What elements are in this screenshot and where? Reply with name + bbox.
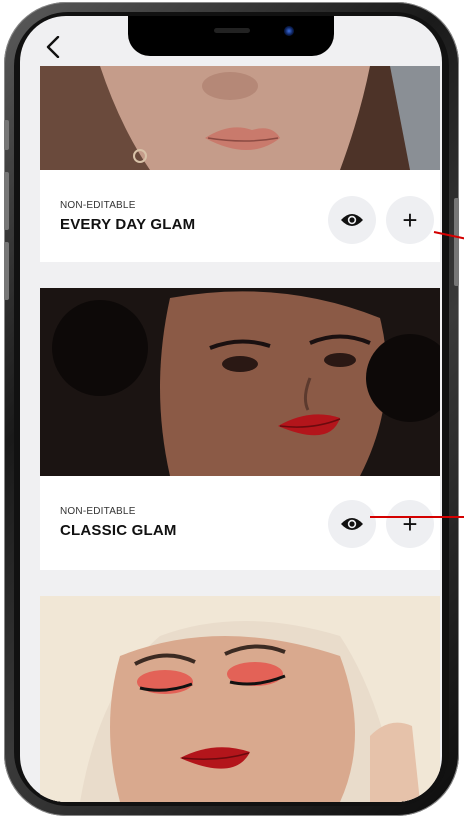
eye-icon xyxy=(341,214,363,226)
non-editable-label: NON-EDITABLE xyxy=(60,200,136,211)
volume-up-button xyxy=(4,172,9,230)
look-photo-third xyxy=(40,596,440,802)
chevron-left-icon xyxy=(46,36,60,58)
look-card-classic-glam[interactable]: NON-EDITABLE CLASSIC GLAM + xyxy=(40,288,440,570)
eye-icon xyxy=(341,518,363,530)
non-editable-label: NON-EDITABLE xyxy=(60,506,136,517)
add-look-button[interactable]: + xyxy=(386,500,434,548)
preview-button[interactable] xyxy=(328,196,376,244)
add-look-button[interactable]: + xyxy=(386,196,434,244)
look-photo-classic-glam xyxy=(40,288,440,476)
front-camera-icon xyxy=(284,26,294,36)
look-title: CLASSIC GLAM xyxy=(60,522,177,539)
preview-button[interactable] xyxy=(328,500,376,548)
notch xyxy=(128,16,334,56)
look-card-every-day-glam[interactable]: NON-EDITABLE EVERY DAY GLAM + xyxy=(40,66,440,262)
volume-down-button xyxy=(4,242,9,300)
look-info-classic-glam: NON-EDITABLE CLASSIC GLAM + xyxy=(40,476,440,570)
look-photo-every-day-glam xyxy=(40,66,440,170)
look-card-third[interactable] xyxy=(40,596,440,802)
back-button[interactable] xyxy=(42,34,64,60)
power-button xyxy=(454,198,459,286)
phone-frame: NON-EDITABLE EVERY DAY GLAM + NON-EDITAB… xyxy=(4,2,459,816)
speaker-grille xyxy=(214,28,250,33)
app-screen: NON-EDITABLE EVERY DAY GLAM + NON-EDITAB… xyxy=(20,16,442,802)
look-info-every-day-glam: NON-EDITABLE EVERY DAY GLAM + xyxy=(40,170,440,262)
plus-icon: + xyxy=(402,509,418,539)
plus-icon: + xyxy=(402,205,418,235)
mute-switch xyxy=(4,120,9,150)
look-title: EVERY DAY GLAM xyxy=(60,216,196,233)
